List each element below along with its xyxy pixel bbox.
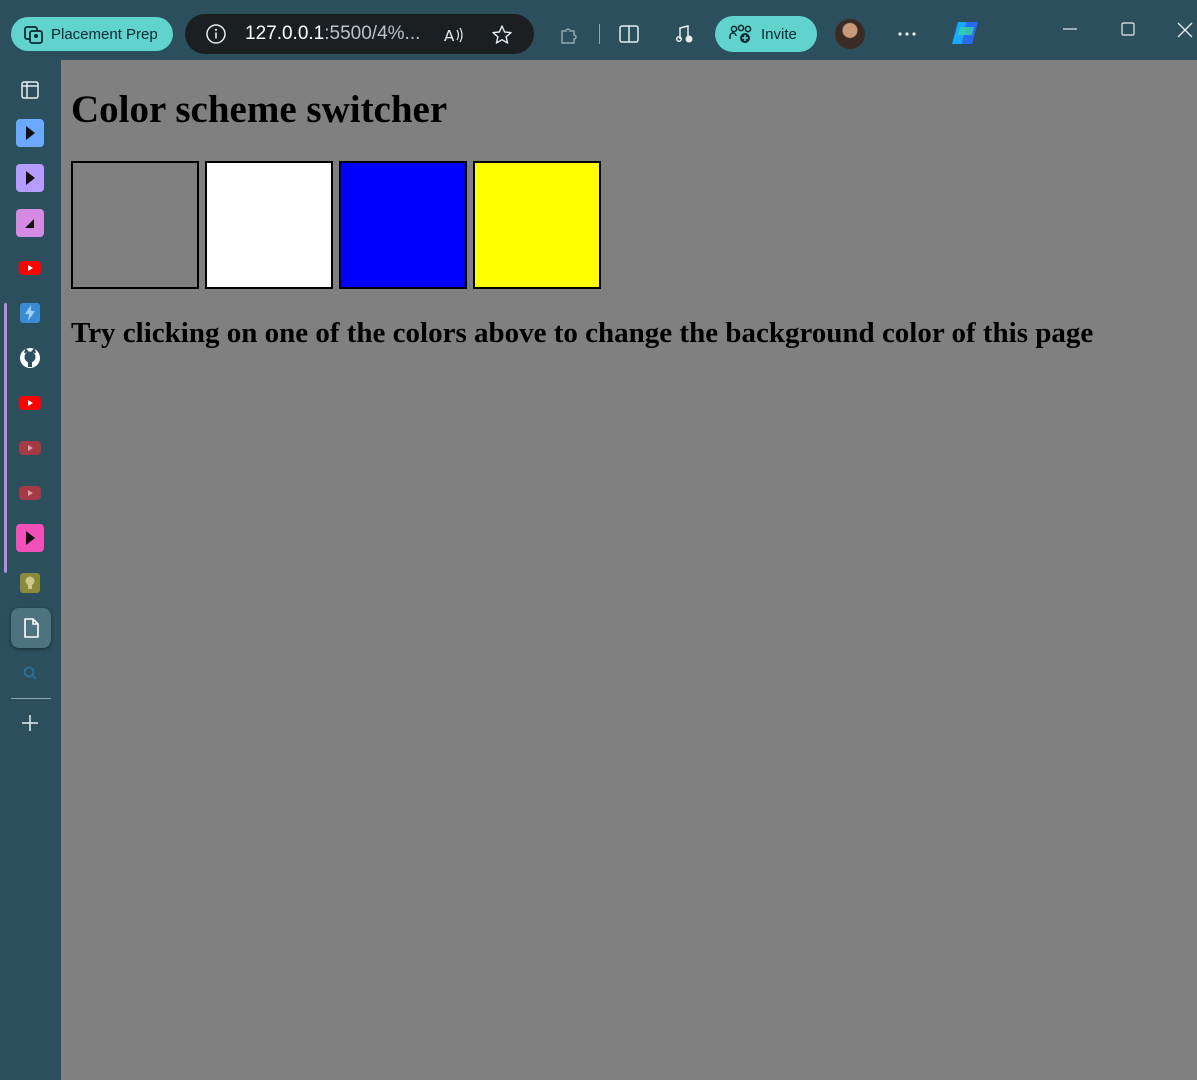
url-path: :5500/4%... [324, 23, 421, 44]
page-viewport: Color scheme switcher Try clicking on on… [61, 60, 1197, 1080]
sidebar-tab-youtube-2[interactable] [15, 388, 45, 418]
youtube-icon [19, 486, 41, 500]
toolbar-separator [599, 24, 600, 44]
sidebar-tab-3[interactable] [15, 208, 45, 238]
swatch-blue[interactable] [339, 161, 467, 289]
sidebar-tab-youtube-3[interactable] [15, 433, 45, 463]
color-swatch-row [71, 161, 601, 289]
more-options-icon[interactable] [896, 24, 918, 44]
document-icon [24, 618, 39, 638]
invite-button[interactable]: Invite [715, 16, 817, 52]
pink-app-icon [16, 209, 44, 237]
new-tab-button[interactable] [15, 708, 45, 738]
sidebar-tab-github[interactable] [15, 343, 45, 373]
swatch-grey[interactable] [71, 161, 199, 289]
sidebar-tab-4[interactable] [15, 523, 45, 553]
bolt-app-icon [20, 303, 40, 323]
url-host: 127.0.0.1 [245, 23, 325, 44]
sidebar-tab-youtube-1[interactable] [15, 253, 45, 283]
workspace-button[interactable]: Placement Prep [11, 17, 173, 51]
sidebar-tab-1[interactable] [15, 118, 45, 148]
invite-label: Invite [761, 25, 797, 43]
youtube-icon [19, 396, 41, 410]
invite-people-icon [729, 24, 752, 43]
bulb-app-icon [20, 573, 40, 593]
github-icon [20, 348, 40, 368]
close-icon[interactable] [1175, 20, 1195, 40]
split-screen-icon[interactable] [618, 23, 640, 45]
workspace-icon [24, 26, 43, 44]
sidebar-tab-bolt[interactable] [15, 298, 45, 328]
tab-actions-icon [21, 81, 39, 99]
sidebar-divider [11, 698, 51, 699]
sidebar-tab-search[interactable] [15, 658, 45, 688]
add-icon [22, 715, 38, 731]
copilot-icon[interactable] [950, 18, 982, 48]
address-bar[interactable]: 127.0.0.1:5500/4%... A [185, 14, 534, 54]
sidebar-tab-5[interactable] [15, 568, 45, 598]
blue-play-app-icon [16, 119, 44, 147]
tab-actions-button[interactable] [15, 75, 45, 105]
profile-avatar[interactable] [835, 19, 865, 49]
instruction-text: Try clicking on one of the colors above … [71, 317, 1094, 349]
sidebar-tab-2[interactable] [15, 163, 45, 193]
pink-play-app-icon [16, 524, 44, 552]
youtube-icon [19, 441, 41, 455]
youtube-icon [19, 261, 41, 275]
maximize-icon[interactable] [1119, 20, 1137, 38]
tab-group-indicator [4, 303, 7, 573]
swatch-yellow[interactable] [473, 161, 601, 289]
site-info-icon[interactable] [205, 23, 227, 45]
minimize-icon[interactable] [1061, 20, 1079, 38]
read-aloud-icon[interactable]: A [442, 24, 464, 46]
swatch-white[interactable] [205, 161, 333, 289]
svg-text:A: A [444, 27, 455, 45]
media-control-icon[interactable] [674, 23, 696, 45]
sidebar-tab-youtube-4[interactable] [15, 478, 45, 508]
workspace-label: Placement Prep [51, 25, 158, 43]
extensions-puzzle-icon[interactable] [558, 23, 580, 45]
search-icon [23, 666, 37, 680]
browser-title-bar: Placement Prep 127.0.0.1:5500/4%... A I… [0, 0, 1197, 60]
page-title: Color scheme switcher [71, 88, 448, 131]
sidebar-tab-active-document[interactable] [11, 608, 51, 648]
favorite-star-icon[interactable] [491, 24, 513, 46]
vertical-tabs-sidebar [0, 60, 61, 1080]
purple-play-app-icon [16, 164, 44, 192]
